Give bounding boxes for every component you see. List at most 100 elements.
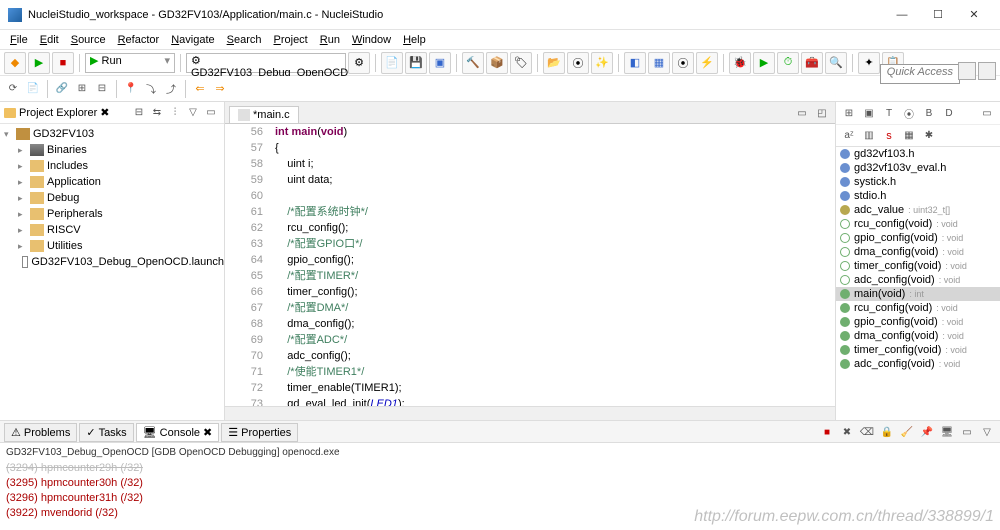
horizontal-scrollbar[interactable] [225, 406, 835, 420]
link-editor-icon[interactable]: ⇆ [148, 104, 166, 122]
bottom-tab-properties[interactable]: ☰Properties [221, 423, 298, 442]
bottom-tab-console[interactable]: 🖥Console ✖ [136, 423, 220, 442]
display-console-icon[interactable]: 🖥 [938, 423, 956, 441]
step2-icon[interactable]: ⤴ [162, 80, 180, 98]
run-mode-select[interactable]: ▶ Run▾ [85, 53, 175, 73]
run2-button[interactable]: ▶ [753, 52, 775, 74]
magic-button[interactable]: ✦ [858, 52, 880, 74]
outline-item[interactable]: dma_config(void): void [836, 245, 1000, 259]
outline-icon-3[interactable]: T [880, 104, 898, 122]
menu-navigate[interactable]: Navigate [165, 32, 220, 48]
quick-access[interactable]: Quick Access [880, 64, 960, 84]
tree-item[interactable]: ▸Includes [0, 158, 224, 174]
outline-item[interactable]: gd32vf103v_eval.h [836, 161, 1000, 175]
editor-tab-main-c[interactable]: *main.c [229, 106, 299, 123]
tree-item[interactable]: ▸Debug [0, 190, 224, 206]
step-icon[interactable]: ⤵ [142, 80, 160, 98]
outline-icon-1[interactable]: ⊞ [840, 104, 858, 122]
outline-item[interactable]: systick.h [836, 175, 1000, 189]
filter-nonpublic-icon[interactable]: ▦ [900, 127, 918, 145]
console-output[interactable]: (3294) hpmcounter29h (/32)(3295) hpmcoun… [0, 461, 1000, 530]
outline-item[interactable]: stdio.h [836, 189, 1000, 203]
outline-item[interactable]: adc_config(void): void [836, 273, 1000, 287]
sync-icon[interactable]: ⟳ [4, 80, 22, 98]
search-button[interactable]: 🔍 [825, 52, 847, 74]
pin-console-icon[interactable]: 📌 [918, 423, 936, 441]
outline-item[interactable]: main(void): int [836, 287, 1000, 301]
filter-icon[interactable]: ⫶ [166, 104, 184, 122]
menu-help[interactable]: Help [397, 32, 432, 48]
outline-icon-6[interactable]: D [940, 104, 958, 122]
menu-edit[interactable]: Edit [34, 32, 65, 48]
outline-item[interactable]: gd32vf103.h [836, 147, 1000, 161]
forward-button[interactable]: ⇒ [211, 80, 229, 98]
outline-min-icon[interactable]: ▭ [978, 104, 996, 122]
remove-launch-icon[interactable]: ✖ [838, 423, 856, 441]
tree-item[interactable]: ▸RISCV [0, 222, 224, 238]
graph-button[interactable]: ◧ [624, 52, 646, 74]
tree-item[interactable]: GD32FV103_Debug_OpenOCD.launch [0, 254, 224, 270]
new-button[interactable]: 📄 [381, 52, 403, 74]
menu-file[interactable]: File [4, 32, 34, 48]
terminate-icon[interactable]: ■ [818, 423, 836, 441]
filter-static-icon[interactable]: s [880, 127, 898, 145]
console-menu-icon[interactable]: ▽ [978, 423, 996, 441]
pin-button[interactable]: ⦿ [672, 52, 694, 74]
build-button[interactable]: ◆ [4, 52, 26, 74]
collapse-all-icon[interactable]: ⊟ [130, 104, 148, 122]
save-all-button[interactable]: ▣ [429, 52, 451, 74]
expand-icon[interactable]: ⊞ [73, 80, 91, 98]
ext-tools-button[interactable]: 🧰 [801, 52, 823, 74]
save-button[interactable]: 💾 [405, 52, 427, 74]
scroll-lock-icon[interactable]: 🔒 [878, 423, 896, 441]
doc-icon[interactable]: 📄 [24, 80, 42, 98]
outline-item[interactable]: gpio_config(void): void [836, 315, 1000, 329]
chip-button[interactable]: ▦ [648, 52, 670, 74]
outline-item[interactable]: adc_config(void): void [836, 357, 1000, 371]
outline-item[interactable]: timer_config(void): void [836, 259, 1000, 273]
outline-item[interactable]: rcu_config(void): void [836, 217, 1000, 231]
sort-az-icon[interactable]: aᶻ [840, 127, 858, 145]
back-button[interactable]: ⇐ [191, 80, 209, 98]
close-button[interactable]: ✕ [956, 1, 992, 29]
minimize-pane-icon[interactable]: ▭ [202, 104, 220, 122]
maximize-button[interactable]: ☐ [920, 1, 956, 29]
open-button[interactable]: 📂 [543, 52, 565, 74]
minimize-button[interactable]: — [884, 1, 920, 29]
remove-all-icon[interactable]: ⌫ [858, 423, 876, 441]
target-button[interactable]: ⦿ [567, 52, 589, 74]
code-editor[interactable]: 565758596061626364656667686970717273 int… [225, 124, 835, 406]
perspective-c[interactable] [958, 62, 976, 80]
outline-item[interactable]: gpio_config(void): void [836, 231, 1000, 245]
tree-root[interactable]: ▾GD32FV103 [0, 126, 224, 142]
bottom-tab-problems[interactable]: ⚠Problems [4, 423, 77, 442]
profile-button[interactable]: ⏱ [777, 52, 799, 74]
outline-icon-5[interactable]: B [920, 104, 938, 122]
bottom-tab-tasks[interactable]: ✓Tasks [79, 423, 133, 442]
outline-item[interactable]: rcu_config(void): void [836, 301, 1000, 315]
run-button[interactable]: ▶ [28, 52, 50, 74]
view-menu-icon[interactable]: ▽ [184, 104, 202, 122]
link-icon[interactable]: 🔗 [53, 80, 71, 98]
menu-refactor[interactable]: Refactor [112, 32, 166, 48]
open-console-icon[interactable]: ▭ [958, 423, 976, 441]
stop-button[interactable]: ■ [52, 52, 74, 74]
flash-button[interactable]: ⚡ [696, 52, 718, 74]
settings-button[interactable]: ⚙ [348, 52, 370, 74]
outline-icon-4[interactable]: ⦿ [900, 104, 918, 122]
menu-run[interactable]: Run [314, 32, 346, 48]
collapse-icon[interactable]: ⊟ [93, 80, 111, 98]
perspective-debug[interactable] [978, 62, 996, 80]
menu-search[interactable]: Search [221, 32, 268, 48]
marker-icon[interactable]: 📍 [122, 80, 140, 98]
outline-item[interactable]: dma_config(void): void [836, 329, 1000, 343]
tree-item[interactable]: ▸Peripherals [0, 206, 224, 222]
clear-console-icon[interactable]: 🧹 [898, 423, 916, 441]
debug-button[interactable]: 🐞 [729, 52, 751, 74]
package-button[interactable]: 📦 [486, 52, 508, 74]
outline-icon-2[interactable]: ▣ [860, 104, 878, 122]
outline-item[interactable]: timer_config(void): void [836, 343, 1000, 357]
tree-item[interactable]: ▸Utilities [0, 238, 224, 254]
hammer-button[interactable]: 🔨 [462, 52, 484, 74]
filter-field-icon[interactable]: ▥ [860, 127, 878, 145]
